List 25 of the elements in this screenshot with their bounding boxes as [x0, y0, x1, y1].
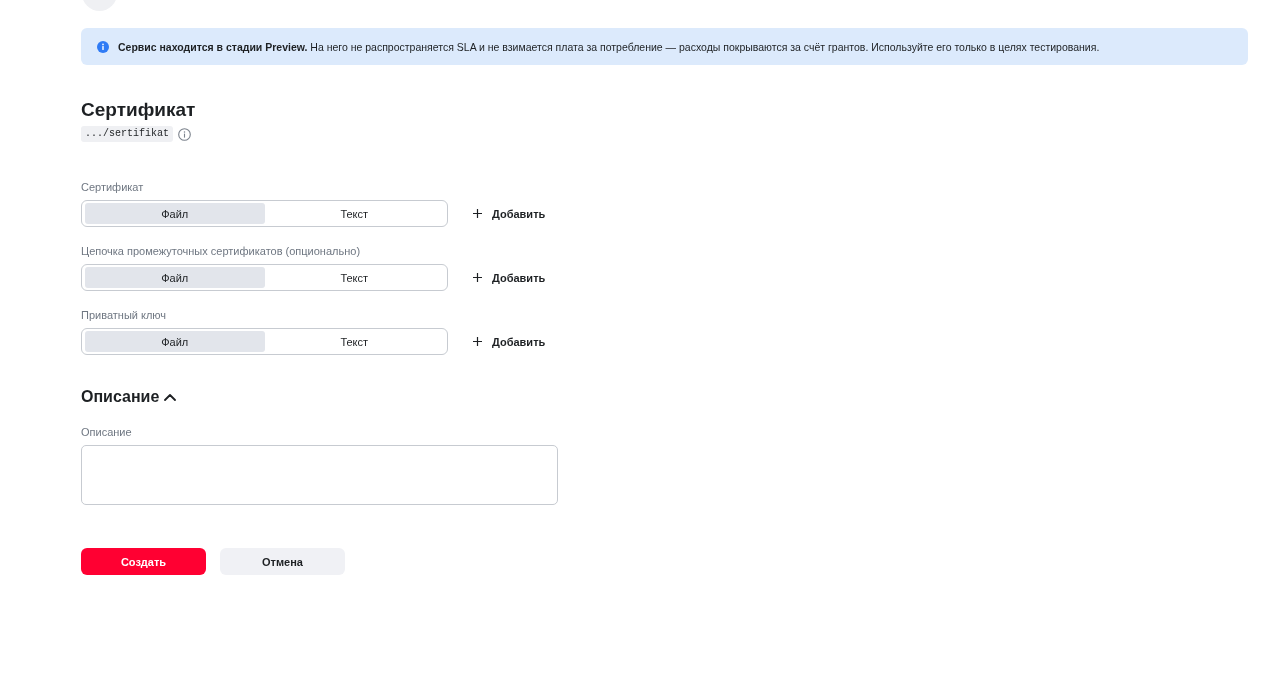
info-icon [97, 40, 109, 53]
page-title: Сертификат [81, 98, 196, 122]
banner-text: Сервис находится в стадии Preview. На него не распространяется SLA и не взимается плата за потребление — расходы покрываются за счёт грантов. Используйте его только в целях тестирования. [118, 39, 1100, 54]
segment-tab[interactable]: Текст [264, 203, 444, 224]
segment-tab[interactable]: Файл [85, 203, 265, 224]
plus-icon [473, 273, 482, 282]
add-button[interactable]: Добавить [473, 207, 546, 220]
field-label: Описание [81, 425, 132, 439]
segment-tab[interactable]: Файл [85, 331, 265, 352]
create-button[interactable]: Создать [81, 548, 206, 575]
path-label: .../sertifikat [81, 126, 173, 142]
info-icon[interactable] [178, 127, 191, 141]
segment-tab[interactable]: Текст [264, 331, 444, 352]
field-label: Приватный ключ [81, 308, 167, 322]
add-button[interactable]: Добавить [473, 271, 546, 284]
segment-tab[interactable]: Текст [264, 267, 444, 288]
section-toggle[interactable]: Описание [81, 387, 177, 407]
field-label: Сертификат [81, 180, 144, 194]
description-field[interactable] [81, 445, 558, 505]
add-button[interactable]: Добавить [473, 335, 546, 348]
field-label: Цепочка промежуточных сертификатов (опционально) [81, 244, 361, 258]
cancel-button[interactable]: Отмена [220, 548, 345, 575]
plus-icon [473, 337, 482, 346]
plus-icon [473, 209, 482, 218]
segment-tab[interactable]: Файл [85, 267, 265, 288]
